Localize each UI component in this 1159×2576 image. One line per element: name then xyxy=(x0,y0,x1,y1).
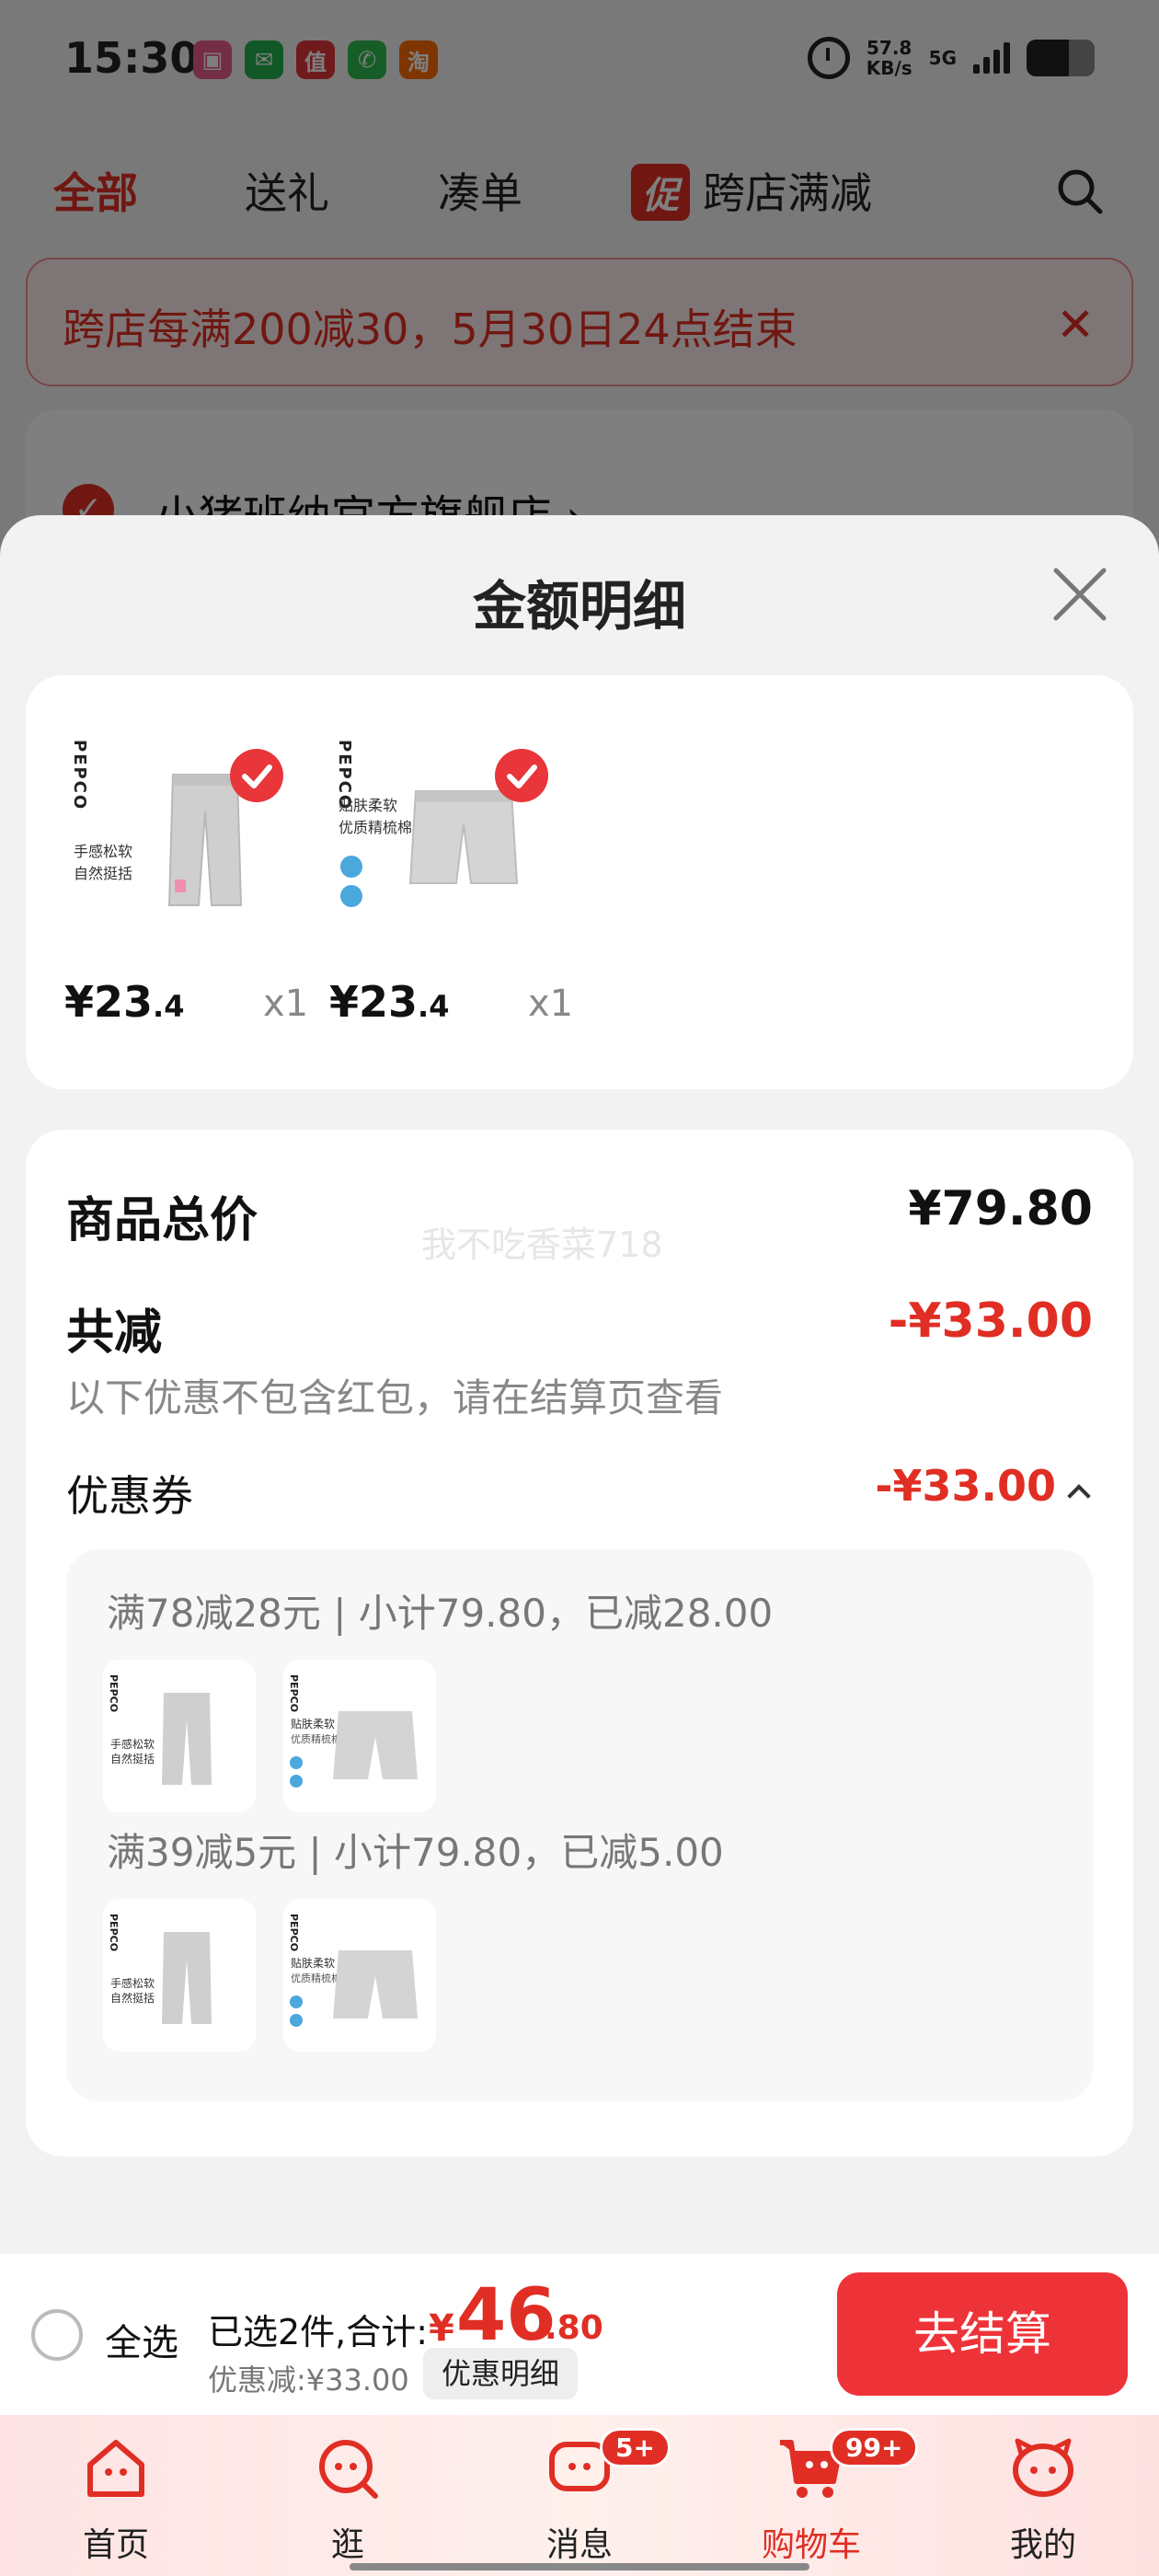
check-badge-icon[interactable] xyxy=(230,749,283,802)
checkout-button[interactable]: 去结算 xyxy=(837,2272,1128,2396)
caption-line: 手感松软 xyxy=(74,843,133,860)
coupon-label: 优惠券 xyxy=(66,1471,193,1521)
discount-note: 以下优惠不包含红包，请在结算页查看 xyxy=(66,1375,724,1420)
shorts-image xyxy=(408,790,519,884)
nav-browse[interactable]: 逛 xyxy=(265,2433,430,2566)
svg-text:优质精梳棉: 优质精梳棉 xyxy=(291,1972,341,1984)
total-reduce-label: 共减 xyxy=(66,1305,163,1361)
svg-text:PEPCO: PEPCO xyxy=(108,1674,120,1712)
svg-text:自然挺括: 自然挺括 xyxy=(110,1991,155,2005)
svg-text:贴肤柔软: 贴肤柔软 xyxy=(291,1717,335,1731)
svg-text:PEPCO: PEPCO xyxy=(108,1914,120,1951)
svg-text:PEPCO: PEPCO xyxy=(288,1914,300,1951)
product-caption: 手感松软 自然挺括 xyxy=(74,841,132,885)
item-price: ¥23.4 xyxy=(329,977,449,1027)
coupon-item-thumbnail: PEPCO 手感松软 自然挺括 xyxy=(103,1660,256,1812)
svg-text:贴肤柔软: 贴肤柔软 xyxy=(291,1956,335,1970)
select-all-label[interactable]: 全选 xyxy=(105,2313,178,2366)
watermark: 我不吃香菜718 xyxy=(421,1225,663,1265)
total-price-label: 商品总价 xyxy=(66,1193,258,1248)
item-quantity: x1 xyxy=(528,983,574,1025)
coupon-value: -¥33.00 xyxy=(875,1461,1056,1511)
feature-dot-icon xyxy=(340,856,362,878)
price-decimal: .4 xyxy=(153,989,185,1024)
price-summary-card: 商品总价 ¥79.80 我不吃香菜718 共减 -¥33.00 以下优惠不包含红… xyxy=(26,1130,1133,2156)
cart-badge: 99+ xyxy=(830,2428,919,2467)
nav-label: 购物车 xyxy=(761,2526,861,2564)
svg-text:优质精梳棉: 优质精梳棉 xyxy=(291,1732,341,1745)
product-caption: 贴肤柔软 优质精梳棉 xyxy=(339,795,412,839)
caption-line: 贴肤柔软 xyxy=(339,797,398,814)
close-icon[interactable] xyxy=(1052,567,1107,622)
checkout-bar: 全选 已选2件,合计: ¥ 46 .80 优惠减:¥33.00 优惠明细 去结算 xyxy=(0,2254,1159,2415)
coupon-item-thumbnail: PEPCO 贴肤柔软 优质精梳棉 xyxy=(283,1899,436,2052)
nav-label: 逛 xyxy=(330,2526,364,2564)
item-price: ¥23.4 xyxy=(64,977,184,1027)
feature-dot-icon xyxy=(340,885,362,907)
coupon-rule: 满39减5元 | 小计79.80，已减5.00 xyxy=(107,1830,724,1875)
total-amount-decimal: .80 xyxy=(545,2309,603,2347)
nav-messages[interactable]: 消息 5+ xyxy=(497,2428,671,2566)
svg-text:PEPCO: PEPCO xyxy=(288,1674,300,1712)
profile-icon xyxy=(1013,2438,1073,2497)
home-indicator[interactable] xyxy=(350,2563,809,2570)
message-badge: 5+ xyxy=(600,2428,671,2467)
check-badge-icon[interactable] xyxy=(495,749,548,802)
sheet-title: 金额明细 xyxy=(472,575,686,638)
selected-items-card: PEPCO 手感松软 自然挺括 ¥23.4 x1 PEPCO 贴肤柔软 优质精梳… xyxy=(26,675,1133,1089)
price-main: ¥23 xyxy=(329,977,419,1027)
nav-home[interactable]: 首页 xyxy=(33,2433,199,2566)
coupon-item-thumbnail: PEPCO 贴肤柔软 优质精梳棉 xyxy=(283,1660,436,1812)
svg-text:手感松软: 手感松软 xyxy=(110,1737,155,1751)
nav-label: 消息 xyxy=(545,2526,613,2564)
bottom-tab-bar: 首页 逛 消息 5+ 购物车 99+ 我的 xyxy=(0,2415,1159,2576)
discount-detail-button[interactable]: 优惠明细 xyxy=(423,2348,579,2399)
item-quantity: x1 xyxy=(263,983,309,1025)
brand-label: PEPCO xyxy=(70,740,89,811)
coupon-rule: 满78减28元 | 小计79.80，已减28.00 xyxy=(107,1591,774,1636)
browse-icon xyxy=(319,2440,378,2499)
selected-count-text: 已选2件,合计: xyxy=(208,2312,429,2352)
discount-amount-text: 优惠减:¥33.00 xyxy=(208,2363,409,2398)
total-amount-integer: 46 xyxy=(456,2274,557,2357)
coupon-toggle[interactable]: -¥33.00 xyxy=(875,1461,1091,1511)
total-price-value: ¥79.80 xyxy=(908,1181,1093,1236)
home-icon xyxy=(87,2440,144,2497)
nav-label: 我的 xyxy=(1009,2526,1076,2564)
nav-profile[interactable]: 我的 xyxy=(960,2433,1126,2566)
caption-line: 自然挺括 xyxy=(74,865,133,882)
price-main: ¥23 xyxy=(64,977,154,1027)
nav-cart[interactable]: 购物车 99+ xyxy=(729,2428,919,2566)
coupon-breakdown: 满78减28元 | 小计79.80，已减28.00 PEPCO 手感松软 自然挺… xyxy=(66,1549,1093,2101)
coupon-item-thumbnail: PEPCO 手感松软 自然挺括 xyxy=(103,1899,256,2052)
price-decimal: .4 xyxy=(418,989,450,1024)
total-currency: ¥ xyxy=(429,2307,454,2350)
caption-line: 优质精梳棉 xyxy=(339,819,413,836)
total-reduce-value: -¥33.00 xyxy=(888,1294,1093,1349)
nav-label: 首页 xyxy=(82,2526,149,2564)
svg-text:手感松软: 手感松软 xyxy=(110,1976,155,1990)
chevron-up-icon xyxy=(1067,1484,1091,1508)
svg-text:自然挺括: 自然挺括 xyxy=(110,1752,155,1765)
select-all-radio[interactable] xyxy=(31,2309,83,2361)
